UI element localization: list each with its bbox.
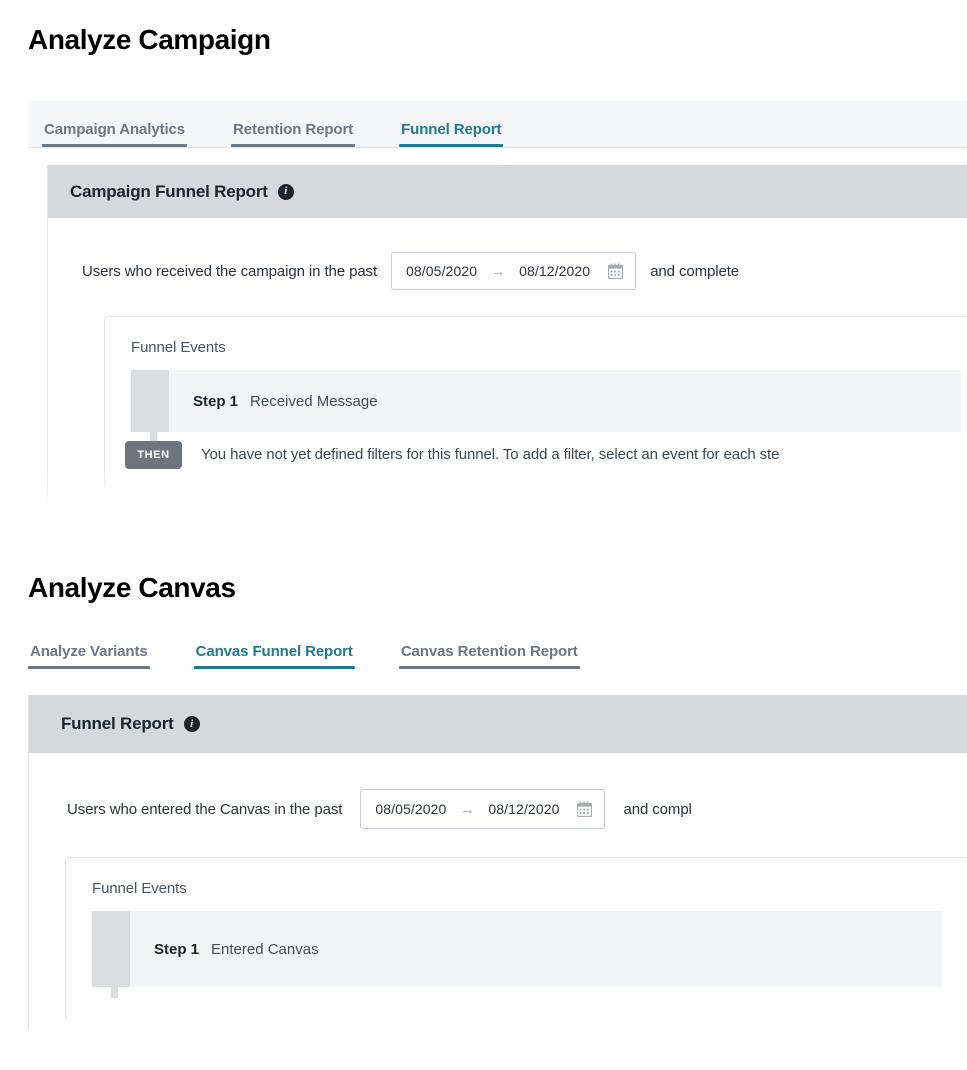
then-badge: THEN [125,441,182,469]
card-header: Campaign Funnel Report i [48,165,967,218]
arrow-right-icon: → [460,801,475,817]
canvas-funnel-report-card: Funnel Report i Users who entered the Ca… [28,695,967,1029]
step-number: Step 1 [154,940,200,958]
funnel-step-row[interactable]: Step 1 Entered Canvas [92,911,942,987]
step-event-name[interactable]: Received Message [250,393,378,410]
tab-label: Retention Report [233,121,354,138]
date-range-picker[interactable]: 08/05/2020 → 08/12/2020 [391,252,637,290]
card-header: Funnel Report i [29,695,967,753]
criteria-prefix-label: Users who received the campaign in the p… [82,262,378,280]
funnel-events-label: Funnel Events [92,880,187,897]
tab-label: Analyze Variants [30,643,148,660]
criteria-row: Users who entered the Canvas in the past… [29,789,967,829]
campaign-funnel-report-card: Campaign Funnel Report i Users who recei… [47,165,967,525]
screenshot-page: Analyze Campaign Campaign Analytics Rete… [0,0,967,1070]
date-range-start[interactable]: 08/05/2020 [375,801,446,817]
criteria-suffix-label: and complete [650,262,740,280]
tab-retention-report[interactable]: Retention Report [231,121,356,147]
tab-underline-active [193,666,355,669]
tab-underline [28,666,150,669]
criteria-prefix-label: Users who entered the Canvas in the past [67,800,343,818]
funnel-events-label: Funnel Events [131,339,226,356]
card-title: Funnel Report [61,714,174,733]
tab-underline [42,144,188,147]
funnel-events-box: Funnel Events Step 1 Entered Canvas [65,857,967,1020]
date-range-picker[interactable]: 08/05/2020 → 08/12/2020 [360,789,606,829]
criteria-suffix-label: and compl [623,800,692,818]
then-helper-text: You have not yet defined filters for thi… [201,446,780,463]
card-body: Users who entered the Canvas in the past… [29,753,967,1020]
calendar-icon[interactable] [577,801,593,818]
date-range-end[interactable]: 08/12/2020 [488,801,559,817]
tab-label: Funnel Report [401,121,502,138]
arrow-right-icon: → [491,263,506,279]
info-icon[interactable]: i [277,183,294,200]
tab-canvas-funnel-report[interactable]: Canvas Funnel Report [193,643,355,669]
date-range-start[interactable]: 08/05/2020 [406,263,477,279]
step-drag-handle[interactable] [92,911,130,987]
tab-label: Campaign Analytics [44,121,186,138]
tab-underline-active [399,144,504,147]
step-event-name[interactable]: Entered Canvas [211,941,319,958]
card-body: Users who received the campaign in the p… [48,218,967,489]
tab-funnel-report[interactable]: Funnel Report [399,121,504,147]
canvas-funnel-report-pane: Analyze Variants Canvas Funnel Report Ca… [28,625,967,1029]
page-title-analyze-campaign: Analyze Campaign [28,24,271,55]
info-icon[interactable]: i [183,716,200,732]
tab-label: Canvas Funnel Report [195,643,353,660]
tab-analyze-variants[interactable]: Analyze Variants [28,643,150,669]
funnel-step-row[interactable]: Step 1 Received Message [131,370,961,432]
campaign-funnel-report-pane: Campaign Analytics Retention Report Funn… [28,101,967,525]
funnel-events-box: Funnel Events Step 1 Received Message TH… [104,316,967,489]
criteria-row: Users who received the campaign in the p… [48,252,967,290]
tab-canvas-retention-report[interactable]: Canvas Retention Report [398,643,580,669]
date-range-end[interactable]: 08/12/2020 [519,263,590,279]
tab-underline [398,666,580,669]
step-content: Step 1 Entered Canvas [130,911,319,987]
tab-label: Canvas Retention Report [400,643,578,660]
campaign-tabbar: Campaign Analytics Retention Report Funn… [28,101,967,148]
tab-campaign-analytics[interactable]: Campaign Analytics [42,121,188,147]
page-title-analyze-canvas: Analyze Canvas [28,572,236,603]
card-title: Campaign Funnel Report [70,181,268,201]
canvas-tabbar: Analyze Variants Canvas Funnel Report Ca… [28,625,967,669]
step-number: Step 1 [193,392,239,410]
calendar-icon[interactable] [608,263,624,280]
step-content: Step 1 Received Message [169,370,378,432]
step-connector-line [111,986,118,998]
tab-underline [231,144,356,147]
